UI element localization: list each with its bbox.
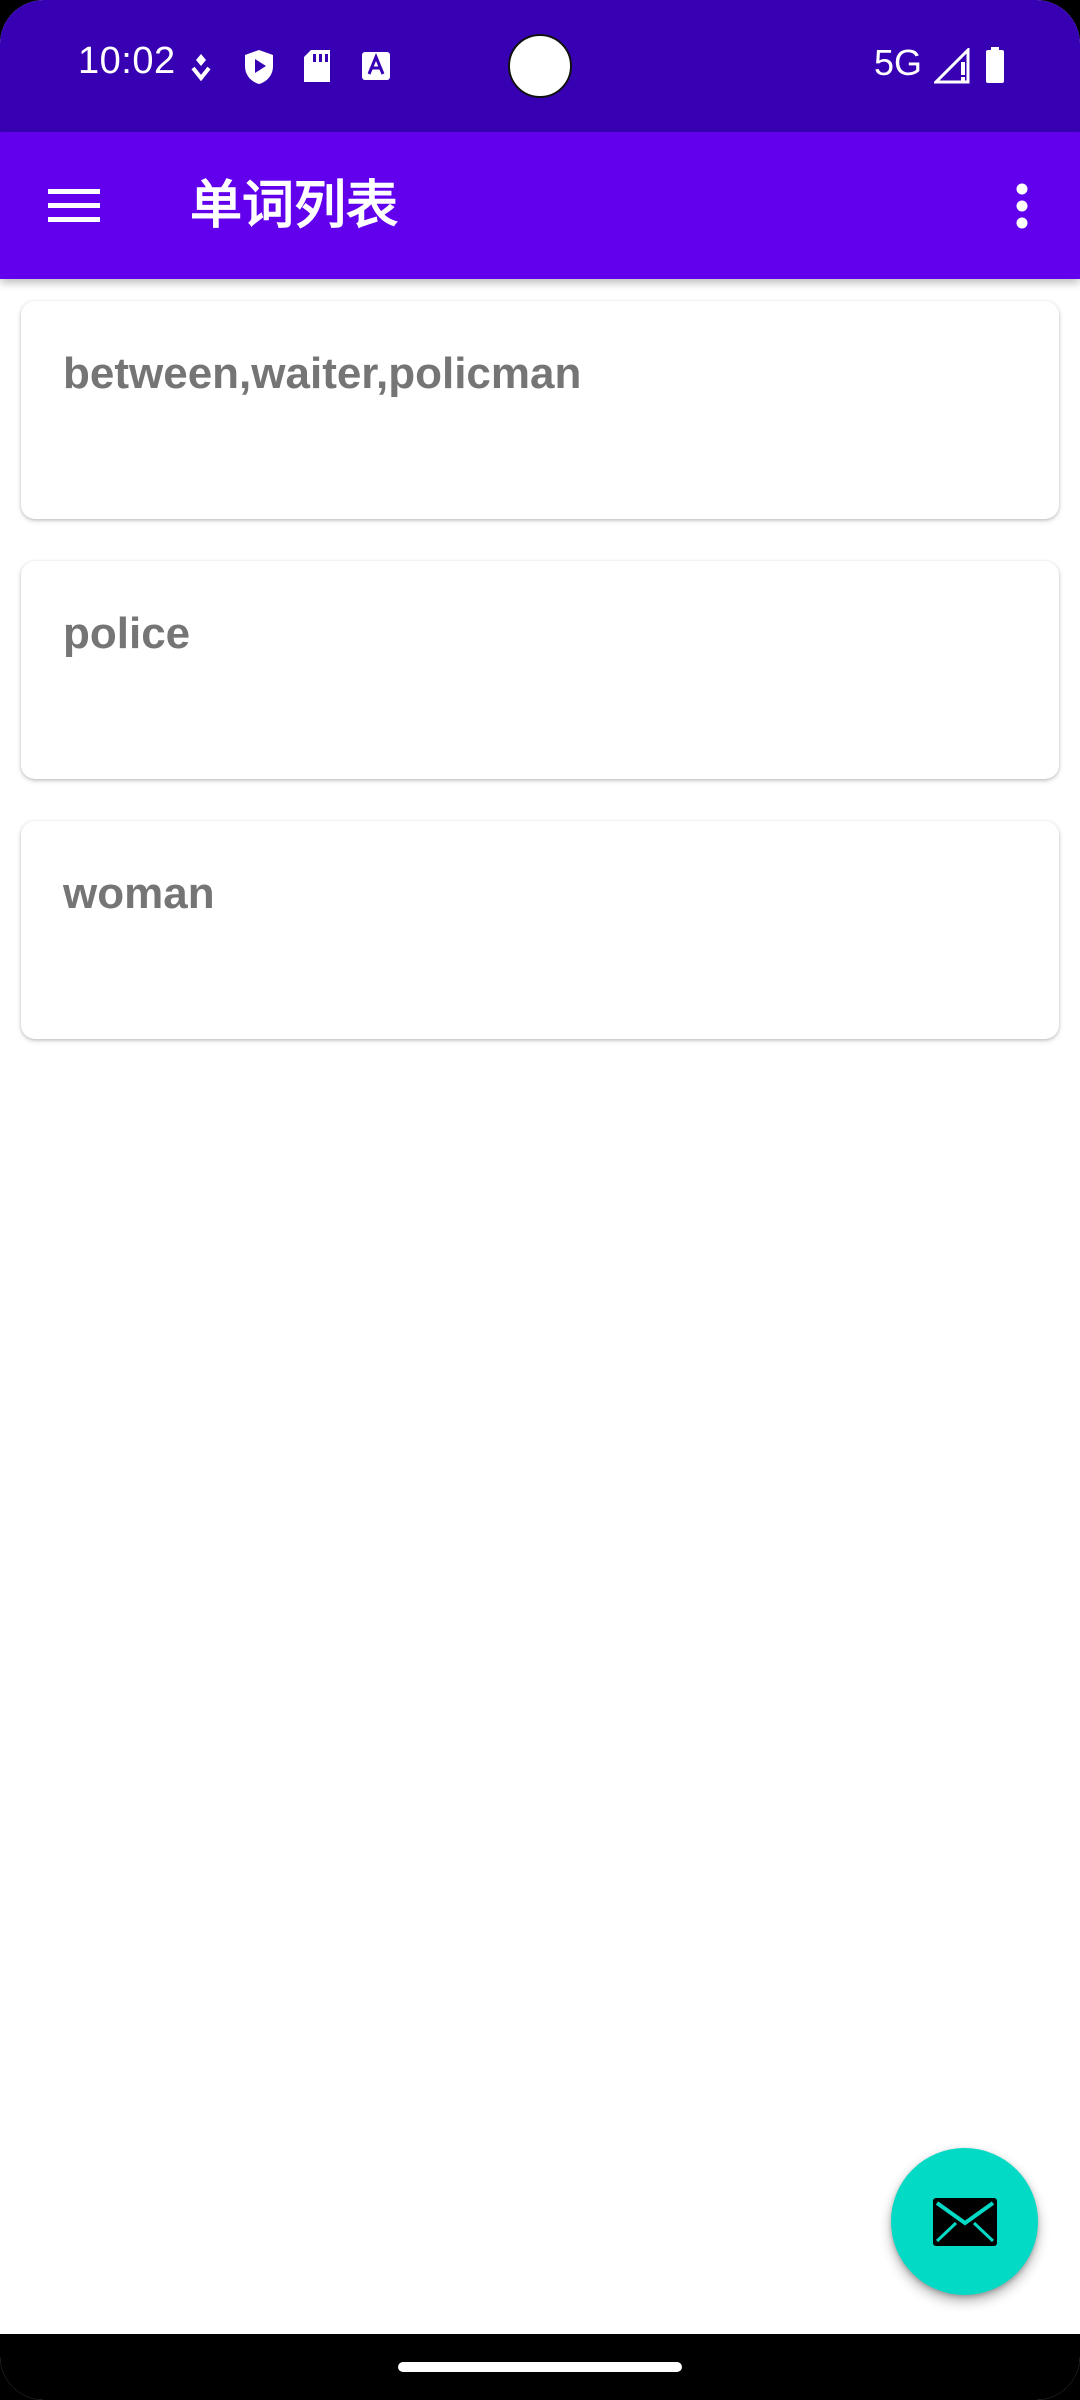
battery-icon (986, 47, 1004, 83)
hamburger-menu-icon (48, 189, 100, 222)
assistant-icon (191, 54, 211, 82)
app-title: 单词列表 (190, 176, 399, 236)
word-list: between,waiter,policman police woman (0, 279, 1080, 2334)
network-type: 5G (874, 42, 923, 83)
camera-cutout (508, 34, 572, 98)
phone-screen: 10:02 5G 单词列表 between,waiter,policman po… (0, 0, 1080, 2400)
status-bar: 10:02 5G (0, 0, 1080, 132)
word-text: between,waiter,policman (63, 349, 582, 398)
navigation-bar (0, 2334, 1080, 2400)
word-text: police (63, 609, 191, 658)
mail-icon (932, 2197, 997, 2246)
word-card[interactable]: police (21, 561, 1059, 779)
navigation-menu-button[interactable] (28, 160, 120, 252)
overflow-menu-button[interactable] (976, 160, 1068, 252)
more-vert-icon (1016, 183, 1028, 229)
sd-card-icon (304, 50, 330, 82)
mail-fab-button[interactable] (891, 2148, 1038, 2295)
shield-play-icon (245, 50, 273, 84)
home-indicator[interactable] (398, 2362, 682, 2372)
word-text: woman (63, 869, 215, 918)
word-card[interactable]: between,waiter,policman (21, 301, 1059, 519)
app-bar: 单词列表 (0, 132, 1080, 279)
word-card[interactable]: woman (21, 821, 1059, 1039)
signal-icon (934, 48, 970, 84)
status-time: 10:02 (78, 40, 176, 82)
text-a-icon (362, 52, 390, 80)
